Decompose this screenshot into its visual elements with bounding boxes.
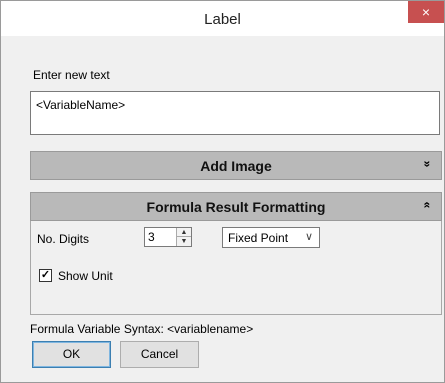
chevron-up-icon[interactable]: « — [421, 202, 435, 209]
digits-value: 3 — [148, 230, 155, 244]
show-unit-checkbox[interactable]: ✓ — [39, 269, 52, 282]
formula-formatting-header[interactable]: Formula Result Formatting « — [30, 192, 442, 221]
chevron-down-icon: ∨ — [304, 231, 313, 243]
digits-label: No. Digits — [37, 232, 90, 246]
close-button[interactable]: × — [408, 1, 444, 23]
formula-formatting-panel: No. Digits 3 ▲ ▼ Fixed Point ∨ ✓ Show Un… — [30, 221, 442, 315]
syntax-hint: Formula Variable Syntax: <variablename> — [30, 322, 254, 336]
enter-text-label: Enter new text — [33, 68, 110, 82]
show-unit-label[interactable]: Show Unit — [58, 269, 113, 283]
cancel-button[interactable]: Cancel — [120, 341, 199, 368]
title-bar: Label × — [1, 1, 444, 36]
close-icon: × — [421, 4, 431, 20]
spin-down-icon[interactable]: ▼ — [177, 237, 191, 246]
spin-up-icon[interactable]: ▲ — [177, 228, 191, 237]
digits-stepper[interactable]: 3 ▲ ▼ — [144, 227, 192, 247]
ok-button[interactable]: OK — [32, 341, 111, 368]
add-image-header[interactable]: Add Image » — [30, 151, 442, 180]
formula-formatting-title: Formula Result Formatting — [146, 199, 326, 215]
label-text-input[interactable]: <VariableName> — [30, 91, 440, 135]
dialog-title: Label — [204, 11, 241, 28]
spin-buttons[interactable]: ▲ ▼ — [176, 228, 191, 246]
label-dialog: Label × Enter new text <VariableName> Ad… — [0, 0, 445, 383]
chevron-down-icon[interactable]: » — [421, 161, 435, 168]
format-value: Fixed Point — [228, 231, 289, 245]
add-image-title: Add Image — [200, 158, 272, 174]
format-select[interactable]: Fixed Point ∨ — [222, 227, 320, 248]
